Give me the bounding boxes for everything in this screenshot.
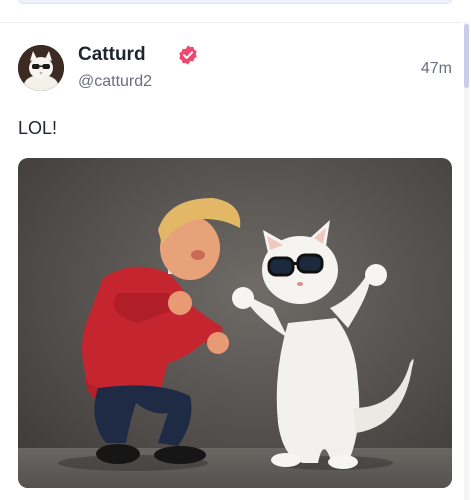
post-timestamp[interactable]: 47m <box>421 60 452 78</box>
avatar[interactable] <box>18 45 64 91</box>
scrollbar-thumb[interactable] <box>464 24 469 88</box>
author-handle[interactable]: @catturd2 <box>78 73 152 91</box>
post-image-illustration <box>18 158 452 488</box>
avatar-image <box>18 45 64 91</box>
verified-badge-icon <box>179 45 197 65</box>
previous-card-edge <box>18 0 452 4</box>
feed-divider <box>0 22 462 23</box>
post-image[interactable] <box>18 158 452 488</box>
post-text: LOL! <box>18 118 58 138</box>
scrollbar-track[interactable] <box>464 22 469 500</box>
author-name[interactable]: Catturd <box>78 44 146 66</box>
post-header: Catturd @catturd2 47m <box>18 44 452 94</box>
